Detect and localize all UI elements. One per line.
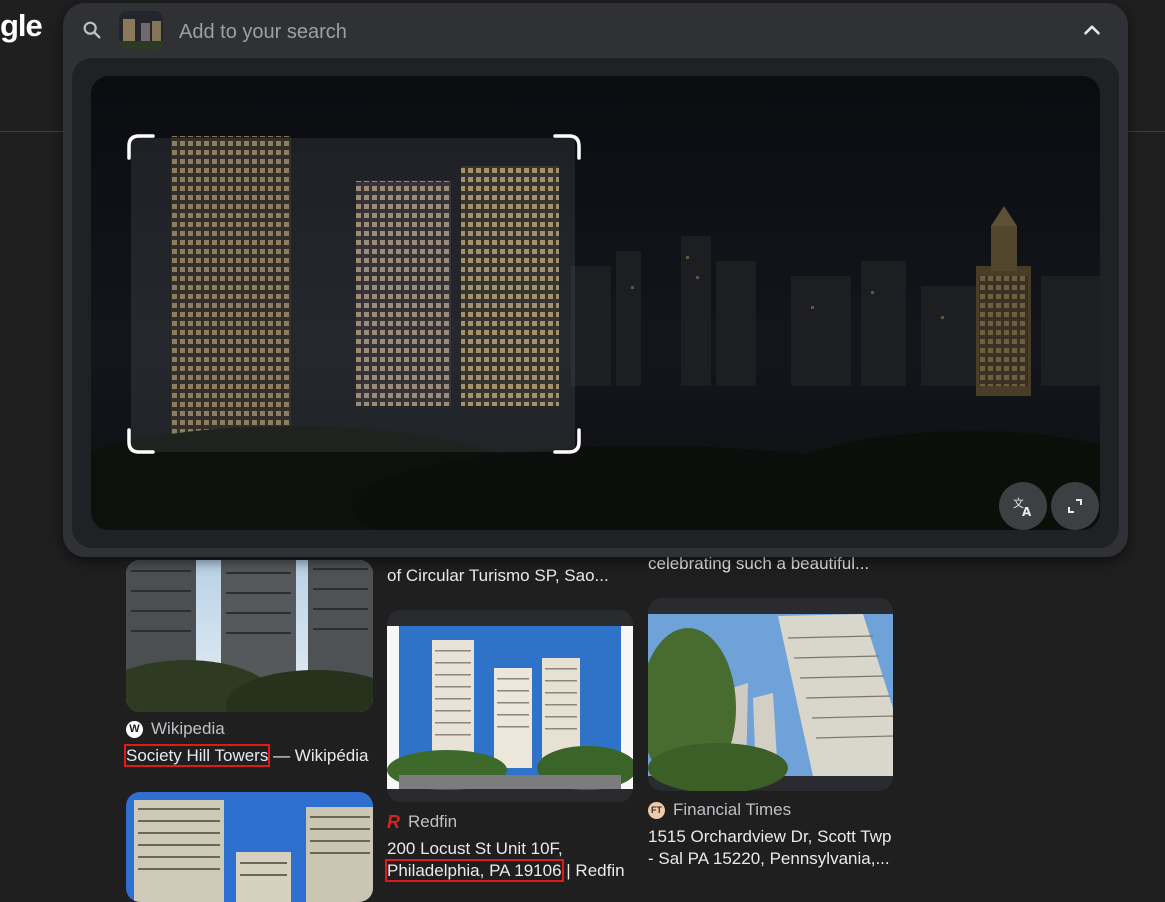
towers-photo-2 (126, 792, 373, 902)
title-rest: | Redfin (561, 861, 625, 880)
redfin-icon: R (387, 811, 400, 832)
towers-photo-3 (387, 626, 633, 790)
result-image-society-hill-1[interactable] (126, 560, 373, 712)
result-image-society-hill-2[interactable] (126, 792, 373, 902)
wikipedia-icon: W (126, 720, 143, 738)
expand-icon (1068, 499, 1082, 513)
image-preview-frame: 文 A (72, 58, 1119, 548)
source-label: Financial Times (673, 800, 792, 819)
result-source-ft[interactable]: FT Financial Times (648, 800, 791, 820)
title-line1: 200 Locust St Unit 10F, (387, 839, 563, 858)
title-line2: - Sal PA 15220, Pennsylvania,... (648, 849, 890, 868)
towers-photo-1 (126, 560, 373, 712)
result-title-redfin[interactable]: 200 Locust St Unit 10F, Philadelphia, PA… (385, 838, 637, 882)
result-snippet-circular-turismo[interactable]: of Circular Turismo SP, Sao... (387, 565, 627, 587)
source-label: Wikipedia (151, 719, 225, 738)
towers-photo-4 (648, 614, 893, 791)
search-icon[interactable] (81, 19, 103, 41)
query-image-thumbnail[interactable] (119, 11, 163, 49)
result-source-wikipedia[interactable]: W Wikipedia (126, 719, 225, 739)
result-image-redfin[interactable] (387, 610, 633, 802)
result-title-wikipedia[interactable]: Society Hill Towers — Wikipédia (123, 744, 386, 767)
financial-times-icon: FT (648, 801, 665, 819)
source-label: Redfin (408, 812, 458, 831)
thumbnail-photo (119, 11, 163, 49)
translate-icon: 文 A (1013, 496, 1032, 518)
result-source-redfin[interactable]: R Redfin (387, 812, 457, 832)
title-line1: 1515 Orchardview Dr, Scott Twp (648, 827, 892, 846)
night-city-photo (91, 76, 1100, 530)
svg-text:A: A (1022, 505, 1032, 518)
fullscreen-button[interactable] (1051, 482, 1099, 530)
search-bar (63, 3, 1128, 59)
title-rest: — Wikipédia (268, 746, 369, 765)
result-image-ft[interactable] (648, 598, 893, 791)
translate-button[interactable]: 文 A (999, 482, 1047, 530)
query-image-preview[interactable]: 文 A (91, 76, 1100, 530)
google-logo-fragment[interactable]: gle (0, 8, 43, 44)
search-input[interactable] (177, 17, 1001, 47)
image-search-panel: 文 A (63, 3, 1128, 557)
highlight-society-hill-towers: Society Hill Towers (123, 744, 271, 767)
highlight-philadelphia: Philadelphia, PA 19106 (385, 859, 564, 882)
chevron-up-icon[interactable] (1079, 17, 1105, 43)
result-title-ft[interactable]: 1515 Orchardview Dr, Scott Twp - Sal PA … (648, 826, 898, 870)
